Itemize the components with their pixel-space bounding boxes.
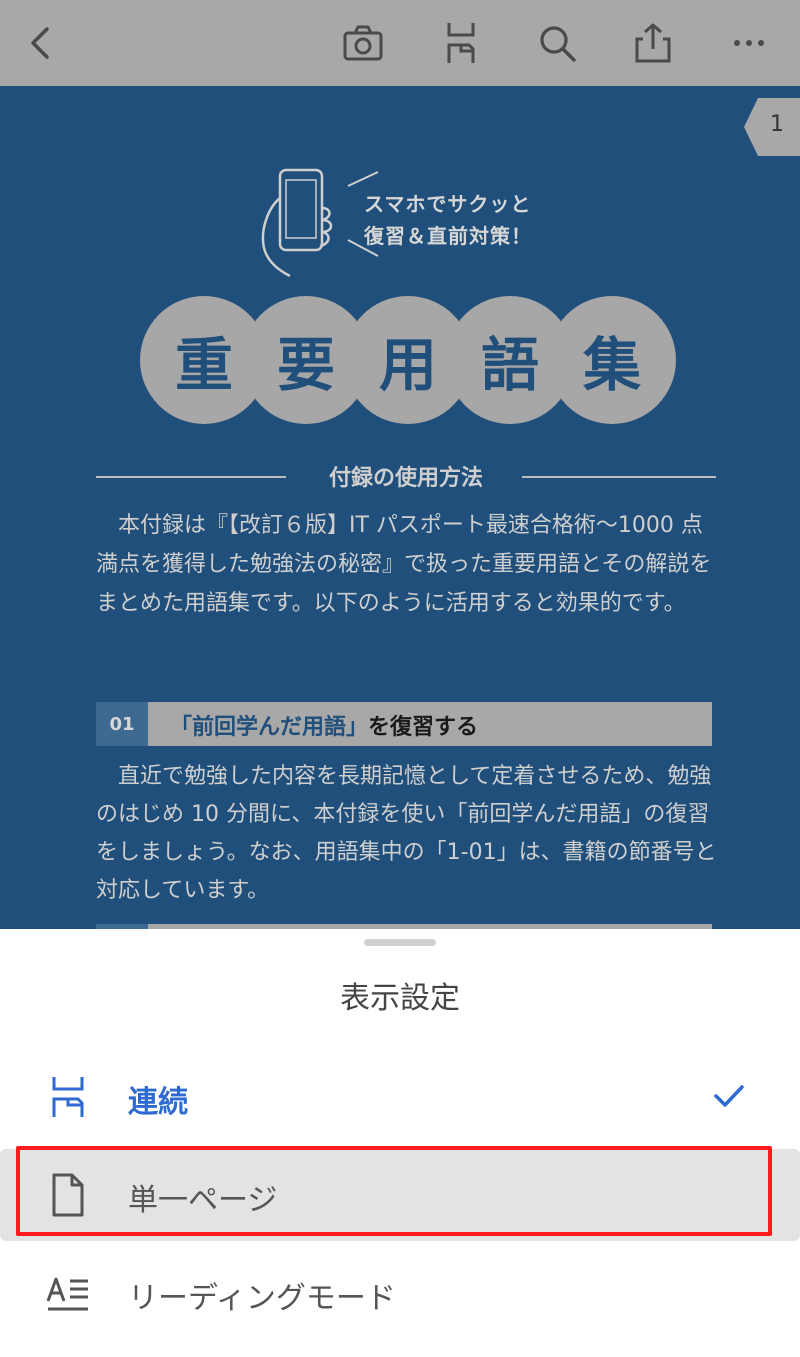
title-circles: 重 要 用 語 集 [140,296,676,424]
option-continuous[interactable]: 連続 [0,1051,800,1143]
tagline-line2: 復習＆直前対策！ [364,224,532,248]
back-button[interactable] [16,18,66,68]
option-reading-mode[interactable]: リーディングモード [0,1247,800,1339]
top-toolbar [0,0,800,86]
option-icon [46,1271,90,1315]
camera-icon [343,25,383,61]
continuous-scroll-icon [447,23,475,63]
share-icon [635,23,671,63]
section-header: 01 「前回学んだ用語」を復習する [96,702,712,746]
intro-paragraph: 本付録は『【改訂６版】IT パスポート最速合格術～1000 点満点を獲得した勉強… [96,506,720,623]
section-body: 直近で勉強した内容を長期記憶として定着させるため、勉強のはじめ 10 分間に、本… [96,758,720,910]
section-title: 「前回学んだ用語」を復習する [170,709,478,741]
title-char: 集 [548,296,676,424]
page-number: 1 [770,112,784,137]
section-body-text: 直近で勉強した内容を長期記憶として定着させるため、勉強のはじめ 10 分間に、本… [96,764,717,903]
scroll-mode-button[interactable] [436,18,486,68]
section-number: 01 [96,702,148,746]
sheet-title: 表示設定 [340,981,460,1016]
usage-heading-text: 付録の使用方法 [328,466,483,491]
page-number-tab: 1 [744,98,800,156]
sheet-drag-handle[interactable] [364,939,436,946]
option-label: 連続 [128,1085,188,1120]
display-settings-sheet: 表示設定 連続 単一ページ リーディングモード [0,929,800,1357]
intro-text: 本付録は『【改訂６版】IT パスポート最速合格術～1000 点満点を獲得した勉強… [96,513,712,616]
search-button[interactable] [532,18,582,68]
more-button[interactable] [724,18,774,68]
camera-button[interactable] [338,18,388,68]
more-horizontal-icon [734,40,764,46]
usage-heading: 付録の使用方法 [96,458,716,494]
search-icon [540,26,576,62]
reading-mode-icon [46,1277,88,1311]
checkmark-icon [714,1085,744,1107]
highlight-annotation [16,1146,772,1236]
continuous-scroll-icon [52,1077,84,1117]
section-title-rest: を復習する [368,715,479,740]
option-label: リーディングモード [128,1281,396,1316]
chevron-left-icon [31,27,49,59]
share-button[interactable] [628,18,678,68]
document-page[interactable]: 1 スマホでサクッと 復習＆直前対策！ 重 要 用 語 集 付録の使用方法 本付… [0,86,800,931]
section-title-highlight: 「前回学んだ用語」 [170,715,369,740]
tagline-line1: スマホでサクッと [364,192,532,216]
tagline: スマホでサクッと 復習＆直前対策！ [364,188,532,252]
option-icon [46,1075,90,1119]
